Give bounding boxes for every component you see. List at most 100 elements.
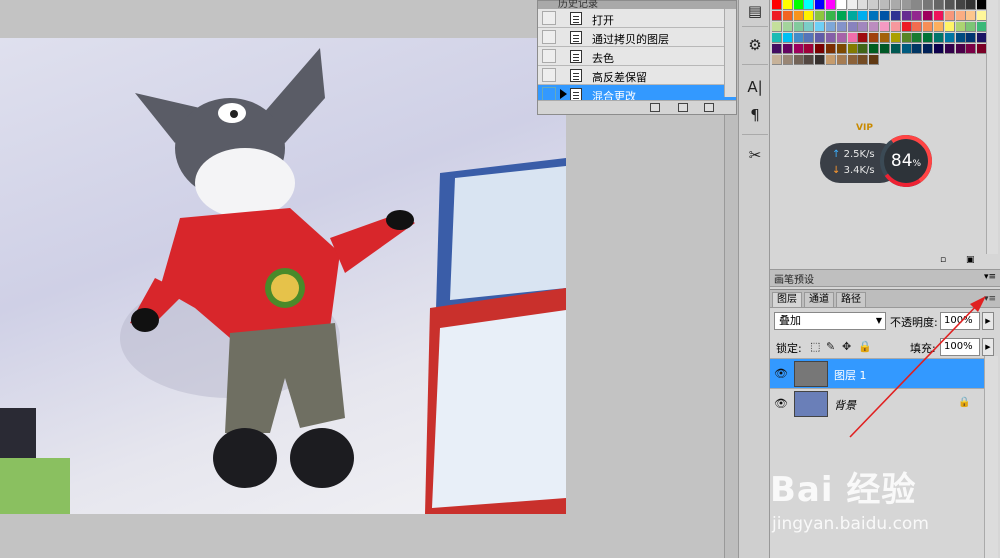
color-swatch[interactable] <box>804 22 815 32</box>
color-swatch[interactable] <box>804 44 815 54</box>
color-swatch[interactable] <box>880 0 890 10</box>
memory-usage-ring[interactable]: 84% <box>880 135 932 187</box>
color-swatch[interactable] <box>934 44 944 54</box>
color-swatch[interactable] <box>793 22 804 32</box>
color-swatch[interactable] <box>901 22 912 32</box>
layers-panel-menu-icon[interactable]: ▾≡ <box>984 294 996 304</box>
color-swatch[interactable] <box>944 22 955 32</box>
swatches-scrollbar[interactable] <box>986 0 998 260</box>
history-snapshot-checkbox[interactable] <box>542 11 556 25</box>
color-swatch[interactable] <box>912 33 923 43</box>
color-swatch[interactable] <box>804 55 815 65</box>
color-swatch[interactable] <box>847 33 858 43</box>
clone-source-icon[interactable]: ⚙ <box>743 34 767 56</box>
color-swatch[interactable] <box>772 44 782 54</box>
color-swatch[interactable] <box>890 0 901 10</box>
color-swatch[interactable] <box>869 44 880 54</box>
color-swatch[interactable] <box>826 0 836 10</box>
fill-input[interactable]: 100% <box>940 338 980 356</box>
color-swatch[interactable] <box>880 44 890 54</box>
lock-all-icon[interactable]: 🔒 <box>858 340 872 353</box>
color-swatch[interactable] <box>782 11 793 21</box>
color-swatch[interactable] <box>858 11 869 21</box>
color-swatch[interactable] <box>772 22 782 32</box>
trash-icon[interactable] <box>704 103 714 112</box>
history-panel-icon[interactable]: ▤ <box>743 0 767 22</box>
color-swatch[interactable] <box>955 22 966 32</box>
history-snapshot-checkbox[interactable] <box>542 68 556 82</box>
color-swatch[interactable] <box>815 44 826 54</box>
color-swatch[interactable] <box>858 33 869 43</box>
new-document-from-state-icon[interactable] <box>650 103 660 112</box>
color-swatch[interactable] <box>934 0 944 10</box>
tab-paths[interactable]: 路径 <box>836 292 866 307</box>
color-swatch[interactable] <box>923 44 934 54</box>
color-swatch[interactable] <box>966 22 977 32</box>
tab-brush-presets[interactable]: 画笔预设 <box>774 271 814 286</box>
character-panel-icon[interactable]: A| <box>743 76 767 98</box>
color-swatch[interactable] <box>869 22 880 32</box>
history-scrollbar[interactable] <box>724 9 736 97</box>
color-swatch[interactable] <box>793 11 804 21</box>
color-swatch[interactable] <box>782 22 793 32</box>
layer-row-background[interactable]: 👁 背景 🔒 <box>770 388 984 418</box>
color-swatch[interactable] <box>858 55 869 65</box>
history-item[interactable]: 打开 <box>538 9 736 28</box>
color-swatch[interactable] <box>869 0 880 10</box>
color-swatch[interactable] <box>858 0 869 10</box>
color-swatch[interactable] <box>793 55 804 65</box>
color-swatch[interactable] <box>944 0 955 10</box>
color-swatch[interactable] <box>944 11 955 21</box>
history-item[interactable]: 通过拷贝的图层 <box>538 28 736 47</box>
color-swatch[interactable] <box>966 0 977 10</box>
color-swatch[interactable] <box>955 33 966 43</box>
document-image[interactable] <box>0 38 566 514</box>
color-swatch[interactable] <box>944 44 955 54</box>
color-swatch[interactable] <box>934 33 944 43</box>
color-swatch[interactable] <box>955 44 966 54</box>
color-swatch[interactable] <box>923 22 934 32</box>
opacity-input[interactable]: 100% <box>940 312 980 330</box>
color-swatch[interactable] <box>815 55 826 65</box>
color-swatch[interactable] <box>782 0 793 10</box>
color-swatch[interactable] <box>826 22 836 32</box>
fill-stepper[interactable]: ▶ <box>982 338 994 356</box>
network-speed-widget[interactable]: VIP ↑ 2.5K/s ↓ 3.4K/s 84% <box>820 123 932 187</box>
color-swatch[interactable] <box>793 44 804 54</box>
color-swatch[interactable] <box>836 55 847 65</box>
color-swatch[interactable] <box>912 44 923 54</box>
history-snapshot-checkbox[interactable] <box>542 87 556 101</box>
lock-transparent-pixels-icon[interactable]: ⬚ <box>810 340 820 353</box>
color-swatch[interactable] <box>847 44 858 54</box>
camera-snapshot-icon[interactable] <box>678 103 688 112</box>
color-swatch[interactable] <box>782 33 793 43</box>
color-swatch[interactable] <box>890 33 901 43</box>
blend-mode-select[interactable]: 叠加 <box>774 312 886 330</box>
history-snapshot-checkbox[interactable] <box>542 30 556 44</box>
color-swatch[interactable] <box>847 11 858 21</box>
history-snapshot-checkbox[interactable] <box>542 49 556 63</box>
color-swatch[interactable] <box>847 55 858 65</box>
color-swatch[interactable] <box>901 44 912 54</box>
color-swatch[interactable] <box>944 33 955 43</box>
color-swatch[interactable] <box>890 11 901 21</box>
lock-image-pixels-icon[interactable]: ✎ <box>826 340 835 353</box>
color-swatch[interactable] <box>901 0 912 10</box>
color-swatch[interactable] <box>858 44 869 54</box>
color-swatch[interactable] <box>966 44 977 54</box>
color-swatch[interactable] <box>793 33 804 43</box>
color-swatch[interactable] <box>880 11 890 21</box>
color-swatch[interactable] <box>966 11 977 21</box>
trash-icon[interactable]: ▣ <box>966 255 975 265</box>
color-swatch[interactable] <box>772 55 782 65</box>
color-swatch[interactable] <box>923 0 934 10</box>
color-swatch[interactable] <box>815 22 826 32</box>
color-swatch[interactable] <box>826 44 836 54</box>
color-swatch[interactable] <box>880 22 890 32</box>
tab-layers[interactable]: 图层 <box>772 292 802 307</box>
visibility-eye-icon[interactable]: 👁 <box>774 397 788 410</box>
color-swatch[interactable] <box>804 0 815 10</box>
color-swatch[interactable] <box>901 11 912 21</box>
color-swatch[interactable] <box>836 0 847 10</box>
color-swatch[interactable] <box>901 33 912 43</box>
